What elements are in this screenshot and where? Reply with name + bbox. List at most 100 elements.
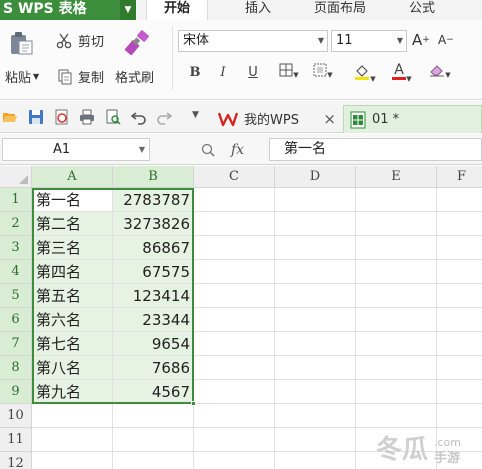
cell-a7[interactable]: 第七名 xyxy=(32,332,113,356)
cell-d7[interactable] xyxy=(275,332,356,356)
cell-b5[interactable]: 123414 xyxy=(113,284,194,308)
font-name-select[interactable]: 宋体 ▼ xyxy=(178,30,328,52)
print-icon[interactable] xyxy=(79,109,95,125)
cell-b11[interactable] xyxy=(113,428,194,452)
cell-a6[interactable]: 第六名 xyxy=(32,308,113,332)
tab-my-wps[interactable]: 我的WPS × xyxy=(212,105,342,132)
tab-page-layout[interactable]: 页面布局 xyxy=(298,0,382,20)
cell-b2[interactable]: 3273826 xyxy=(113,212,194,236)
cell-d3[interactable] xyxy=(275,236,356,260)
cell-e9[interactable] xyxy=(356,380,437,404)
cell-d5[interactable] xyxy=(275,284,356,308)
paste-icon[interactable] xyxy=(8,30,34,56)
copy-button[interactable]: 复制 xyxy=(57,67,104,86)
cell-c2[interactable] xyxy=(194,212,275,236)
format-painter-icon[interactable] xyxy=(124,30,150,56)
insert-function-button[interactable]: fx xyxy=(231,142,244,158)
cell-d11[interactable] xyxy=(275,428,356,452)
cell-b1[interactable]: 2783787 xyxy=(113,188,194,212)
cell-b9[interactable]: 4567 xyxy=(113,380,194,404)
cell-d2[interactable] xyxy=(275,212,356,236)
cut-button[interactable]: 剪切 xyxy=(56,31,104,50)
redo-icon[interactable] xyxy=(156,109,172,125)
cell-a12[interactable] xyxy=(32,452,113,469)
row-header-11[interactable]: 11 xyxy=(0,428,32,452)
tab-formulas[interactable]: 公式 xyxy=(392,0,452,20)
row-header-4[interactable]: 4 xyxy=(0,260,32,284)
undo-icon[interactable] xyxy=(131,109,147,125)
cell-e5[interactable] xyxy=(356,284,437,308)
cell-d8[interactable] xyxy=(275,356,356,380)
cell-f5[interactable] xyxy=(437,284,482,308)
cell-a9[interactable]: 第九名 xyxy=(32,380,113,404)
search-function-icon[interactable] xyxy=(201,143,215,157)
cell-c11[interactable] xyxy=(194,428,275,452)
cell-a10[interactable] xyxy=(32,404,113,428)
cell-f9[interactable] xyxy=(437,380,482,404)
row-header-3[interactable]: 3 xyxy=(0,236,32,260)
quick-access-dropdown-icon[interactable]: ▼ xyxy=(192,110,199,120)
cell-f2[interactable] xyxy=(437,212,482,236)
cell-e1[interactable] xyxy=(356,188,437,212)
cell-a4[interactable]: 第四名 xyxy=(32,260,113,284)
cell-f3[interactable] xyxy=(437,236,482,260)
bold-button[interactable]: B xyxy=(185,63,205,83)
export-pdf-icon[interactable] xyxy=(54,109,70,125)
decrease-font-button[interactable]: A − xyxy=(438,33,454,47)
cell-e10[interactable] xyxy=(356,404,437,428)
tab-insert[interactable]: 插入 xyxy=(228,0,288,20)
cell-f1[interactable] xyxy=(437,188,482,212)
row-header-1[interactable]: 1 xyxy=(0,188,32,212)
column-header-e[interactable]: E xyxy=(356,166,437,188)
column-header-d[interactable]: D xyxy=(275,166,356,188)
format-painter-button[interactable]: 格式刷 xyxy=(115,67,154,86)
cell-f6[interactable] xyxy=(437,308,482,332)
formula-input[interactable]: 第一名 xyxy=(269,138,482,161)
cell-a5[interactable]: 第五名 xyxy=(32,284,113,308)
font-size-select[interactable]: 11 ▼ xyxy=(331,30,407,52)
column-header-b[interactable]: B xyxy=(113,166,194,188)
column-header-f[interactable]: F xyxy=(437,166,482,188)
row-header-6[interactable]: 6 xyxy=(0,308,32,332)
cell-d6[interactable] xyxy=(275,308,356,332)
cell-b7[interactable]: 9654 xyxy=(113,332,194,356)
row-header-10[interactable]: 10 xyxy=(0,404,32,428)
cell-a8[interactable]: 第八名 xyxy=(32,356,113,380)
italic-button[interactable]: I xyxy=(213,63,233,83)
cell-e7[interactable] xyxy=(356,332,437,356)
close-icon[interactable]: × xyxy=(323,110,336,128)
cell-d1[interactable] xyxy=(275,188,356,212)
cell-c8[interactable] xyxy=(194,356,275,380)
tab-file-01[interactable]: 01 * xyxy=(343,105,482,133)
app-menu-arrow-icon[interactable]: ▼ xyxy=(120,0,136,20)
cell-fill-pattern-button[interactable]: ▼ xyxy=(309,63,337,83)
cell-b6[interactable]: 23344 xyxy=(113,308,194,332)
cell-c7[interactable] xyxy=(194,332,275,356)
cell-c10[interactable] xyxy=(194,404,275,428)
row-header-12[interactable]: 12 xyxy=(0,452,32,469)
print-preview-icon[interactable] xyxy=(105,109,121,125)
column-header-a[interactable]: A xyxy=(32,166,113,188)
cell-c4[interactable] xyxy=(194,260,275,284)
cell-d9[interactable] xyxy=(275,380,356,404)
cell-c12[interactable] xyxy=(194,452,275,469)
row-header-9[interactable]: 9 xyxy=(0,380,32,404)
cell-a3[interactable]: 第三名 xyxy=(32,236,113,260)
cell-e3[interactable] xyxy=(356,236,437,260)
cell-f10[interactable] xyxy=(437,404,482,428)
cell-c5[interactable] xyxy=(194,284,275,308)
cell-c9[interactable] xyxy=(194,380,275,404)
cell-f7[interactable] xyxy=(437,332,482,356)
cell-e4[interactable] xyxy=(356,260,437,284)
increase-font-button[interactable]: A + xyxy=(412,31,430,49)
cell-b10[interactable] xyxy=(113,404,194,428)
cell-b8[interactable]: 7686 xyxy=(113,356,194,380)
app-title[interactable]: S WPS 表格 xyxy=(0,0,120,20)
cell-b4[interactable]: 67575 xyxy=(113,260,194,284)
paste-button[interactable]: 粘贴 ▼ xyxy=(5,67,39,86)
row-header-7[interactable]: 7 xyxy=(0,332,32,356)
select-all-corner[interactable] xyxy=(0,166,32,188)
paste-dropdown-icon[interactable]: ▼ xyxy=(33,72,39,81)
worksheet-grid[interactable]: ABCDEF 1 2 3 4 5 6 7 8 9 10 11 12 第一名 2783787 第二名 3273… xyxy=(0,166,482,469)
borders-button[interactable]: ▼ xyxy=(275,63,303,83)
